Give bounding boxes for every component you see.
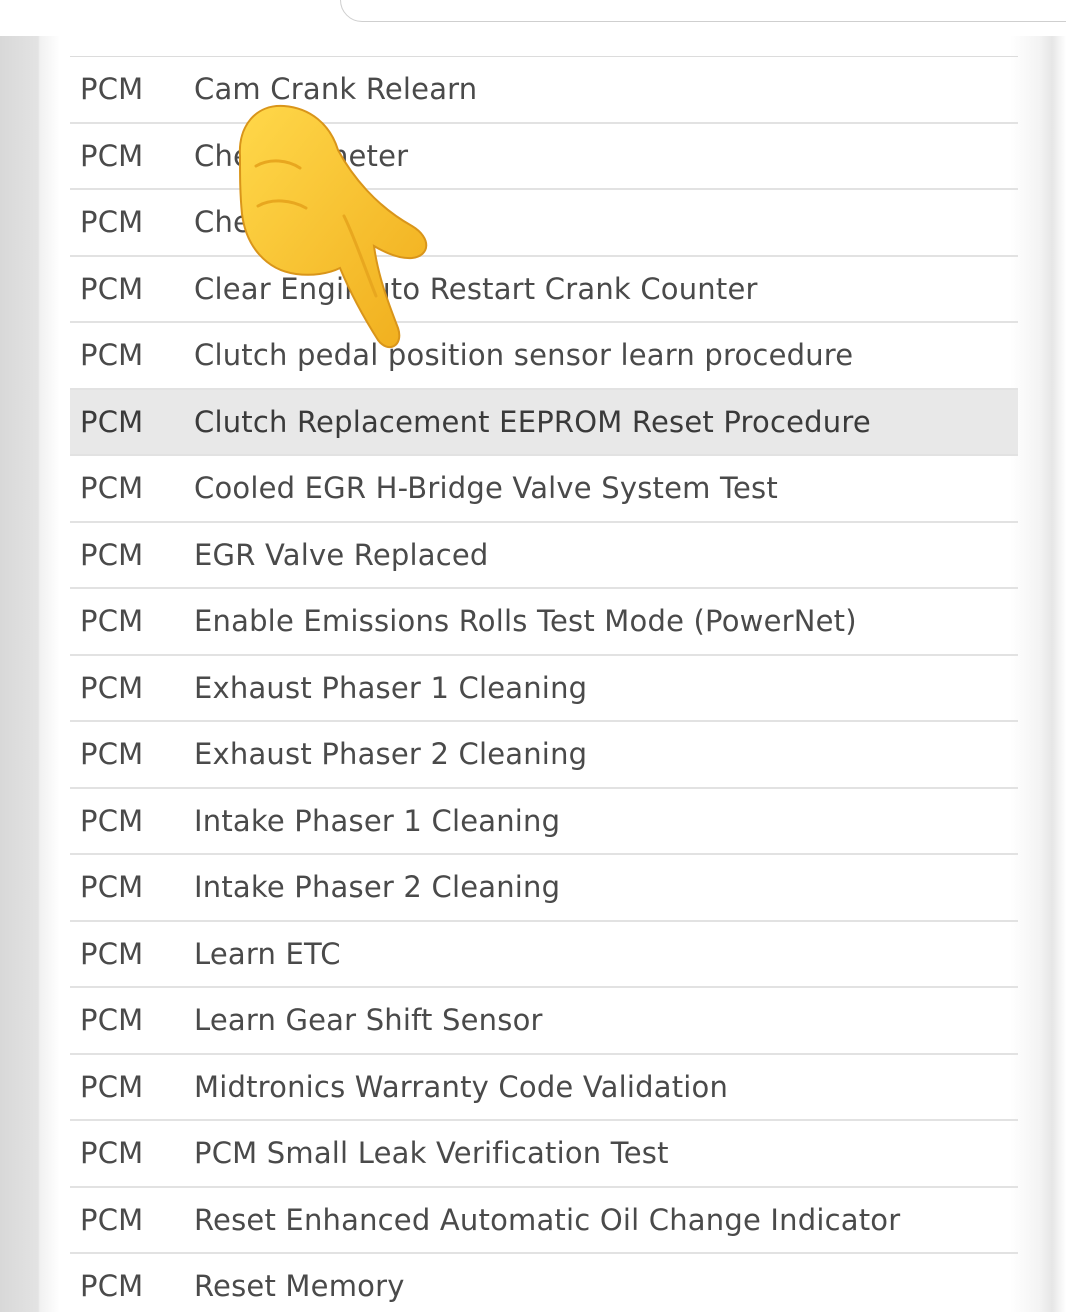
procedure-label: Midtronics Warranty Code Validation xyxy=(194,1069,729,1104)
list-item[interactable]: PCM Learn Gear Shift Sensor xyxy=(70,988,1018,1055)
list-item[interactable]: PCM Che xyxy=(70,190,1018,257)
procedure-label: Learn Gear Shift Sensor xyxy=(194,1003,543,1038)
list-item[interactable]: PCMChe Odometer xyxy=(70,124,1018,190)
procedure-label: Clutch Replacement EEPROM Reset Procedur… xyxy=(194,404,871,439)
procedure-label: Enable Emissions Rolls Test Mode (PowerN… xyxy=(194,604,857,639)
module-label: PCM xyxy=(80,338,144,373)
list-item[interactable]: PCM Intake Phaser 1 Cleaning xyxy=(70,789,1018,855)
service-functions-screen: PCMCam Crank Relearn PCMChe Odometer PCM… xyxy=(0,0,1066,1312)
module-label: PCM xyxy=(80,537,144,572)
list-item[interactable]: PCM Midtronics Warranty Code Validation xyxy=(70,1055,1018,1121)
module-label: PCM xyxy=(80,271,144,306)
module-label: PCM xyxy=(80,471,144,506)
module-label: PCM xyxy=(80,1202,144,1237)
module-label: PCM xyxy=(80,1069,144,1104)
list-item[interactable]: PCM EGR Valve Replaced xyxy=(70,523,1018,589)
list-item[interactable]: PCM Reset Memory xyxy=(70,1254,1018,1312)
module-label: PCM xyxy=(80,604,144,639)
procedure-label: Intake Phaser 1 Cleaning xyxy=(194,803,561,838)
module-label: PCM xyxy=(80,1003,144,1038)
procedure-label: PCM Small Leak Verification Test xyxy=(194,1136,669,1171)
module-label: PCM xyxy=(80,1136,144,1171)
module-label: PCM xyxy=(80,737,144,772)
module-label: PCM xyxy=(80,72,144,107)
list-item[interactable]: PCM Cam Crank Relearn xyxy=(70,57,1018,124)
list-item[interactable]: PCM Learn ETC xyxy=(70,922,1018,988)
procedure-list: PCMCam Crank Relearn PCMChe Odometer PCM… xyxy=(70,56,1018,1312)
list-item[interactable]: PCM PCM Small Leak Verification Test xyxy=(70,1121,1018,1188)
module-label: PCM xyxy=(80,138,144,173)
module-label: PCM xyxy=(80,404,144,439)
pointing-hand-icon xyxy=(238,104,428,349)
module-label: PCM xyxy=(80,205,144,240)
module-label: PCM xyxy=(80,670,144,705)
list-item[interactable]: PCM Clutch pedal position sensor learn pr… xyxy=(70,323,1018,390)
search-field[interactable] xyxy=(340,0,1066,22)
module-label: PCM xyxy=(80,936,144,971)
procedure-label: Learn ETC xyxy=(194,936,341,971)
procedure-label: Cooled EGR H-Bridge Valve System Test xyxy=(194,471,778,506)
procedure-label: Reset Memory xyxy=(194,1269,405,1304)
module-label: PCM xyxy=(80,870,144,905)
procedure-label: Reset Enhanced Automatic Oil Change Indi… xyxy=(194,1202,901,1237)
module-label: PCM xyxy=(80,803,144,838)
procedure-label: EGR Valve Replaced xyxy=(194,537,489,572)
procedure-label: Exhaust Phaser 1 Cleaning xyxy=(194,670,588,705)
list-item-selected[interactable]: PCM Clutch Replacement EEPROM Reset Proce… xyxy=(70,389,1018,456)
list-item[interactable]: PCM Exhaust Phaser 1 Cleaning xyxy=(70,656,1018,722)
procedure-label: Intake Phaser 2 Cleaning xyxy=(194,870,561,905)
module-label: PCM xyxy=(80,1269,144,1304)
list-item[interactable]: PCM Clear Engin uto Restart Crank Counter xyxy=(70,257,1018,323)
list-item[interactable]: PCM Exhaust Phaser 2 Cleaning xyxy=(70,722,1018,789)
list-item[interactable]: PCM Reset Enhanced Automatic Oil Change I… xyxy=(70,1188,1018,1254)
procedure-label: Exhaust Phaser 2 Cleaning xyxy=(194,737,588,772)
list-item[interactable]: PCM Cooled EGR H-Bridge Valve System Test xyxy=(70,456,1018,523)
list-item[interactable]: PCM Enable Emissions Rolls Test Mode (Pow… xyxy=(70,589,1018,656)
list-item[interactable]: PCM Intake Phaser 2 Cleaning xyxy=(70,855,1018,922)
